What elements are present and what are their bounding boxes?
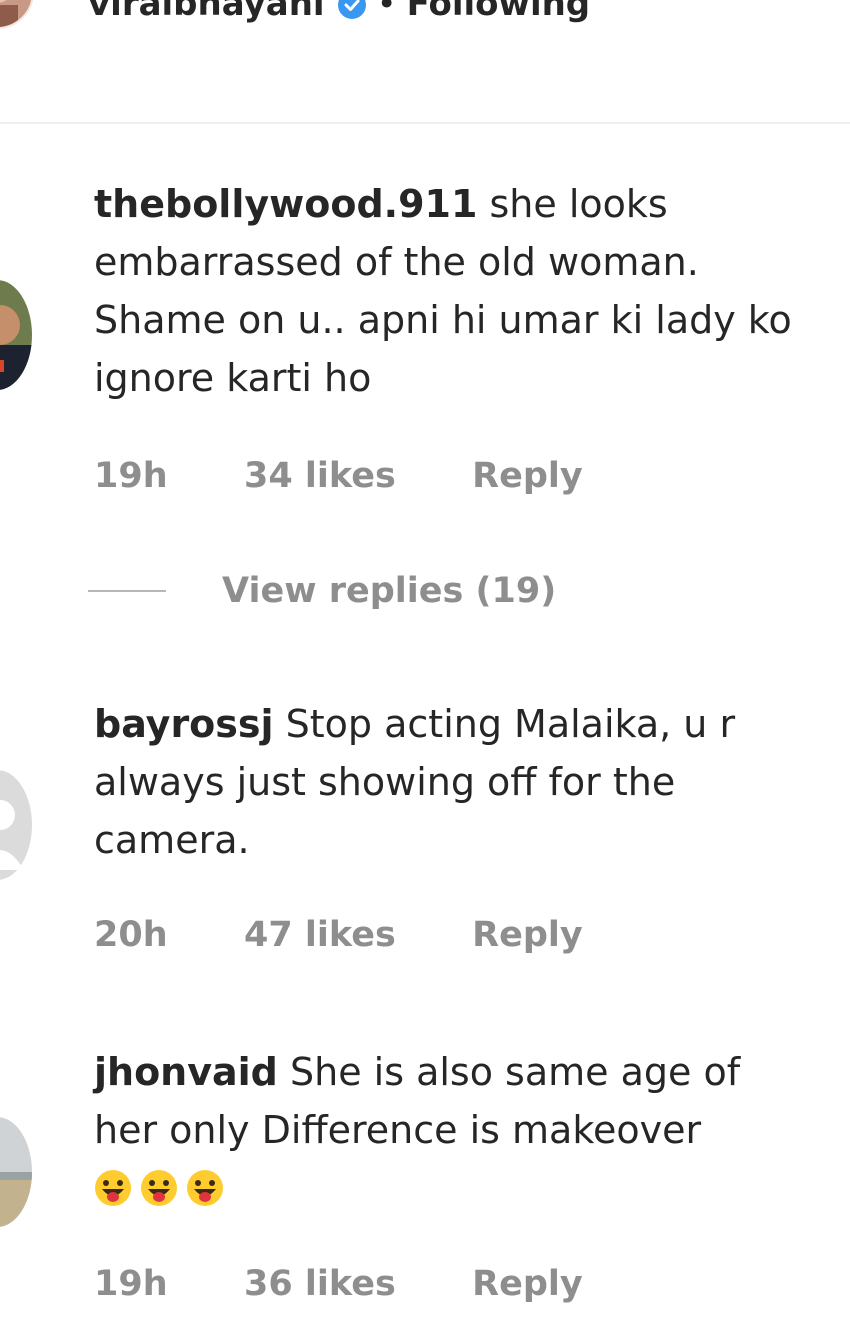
comment-text: thebollywood.911 she looks embarrassed o… — [94, 175, 814, 407]
tongue-out-emoji-icon — [187, 1170, 223, 1206]
reply-button[interactable]: Reply — [472, 1264, 583, 1304]
author-avatar[interactable] — [0, 0, 34, 29]
reply-button[interactable]: Reply — [472, 456, 583, 496]
comment-meta: 19h 34 likes Reply — [94, 456, 583, 496]
replies-divider — [88, 590, 166, 592]
author-line: viralbhayani • Following — [88, 0, 590, 24]
commenter-avatar[interactable] — [0, 770, 32, 880]
tongue-out-emoji-icon — [141, 1170, 177, 1206]
follow-status[interactable]: Following — [407, 0, 590, 24]
comment-text: bayrossj Stop acting Malaika, u r always… — [94, 695, 814, 869]
comment-time[interactable]: 19h — [94, 1264, 168, 1304]
view-replies[interactable]: View replies (19) — [88, 566, 556, 616]
comment-likes[interactable]: 36 likes — [244, 1264, 396, 1304]
comment-time[interactable]: 19h — [94, 456, 168, 496]
emoji-row: 😛😛😛 — [94, 1159, 232, 1217]
comment-username[interactable]: bayrossj — [94, 702, 274, 746]
comment-likes[interactable]: 34 likes — [244, 456, 396, 496]
verified-badge-icon — [337, 0, 367, 19]
comment-username[interactable]: jhonvaid — [94, 1050, 278, 1094]
comment-text: jhonvaid She is also same age of her onl… — [94, 1043, 814, 1217]
comment-likes[interactable]: 47 likes — [244, 915, 396, 955]
tongue-out-emoji-icon — [95, 1170, 131, 1206]
author-username[interactable]: viralbhayani — [88, 0, 325, 24]
post-header: viralbhayani • Following — [0, 0, 850, 124]
comment-meta: 19h 36 likes Reply — [94, 1264, 583, 1304]
comment-meta: 20h 47 likes Reply — [94, 915, 583, 955]
comment-username[interactable]: thebollywood.911 — [94, 182, 477, 226]
view-replies-label[interactable]: View replies (19) — [222, 571, 556, 611]
reply-button[interactable]: Reply — [472, 915, 583, 955]
separator-dot: • — [376, 0, 397, 24]
comment-time[interactable]: 20h — [94, 915, 168, 955]
commenter-avatar[interactable] — [0, 1117, 32, 1227]
commenter-avatar[interactable] — [0, 280, 32, 390]
